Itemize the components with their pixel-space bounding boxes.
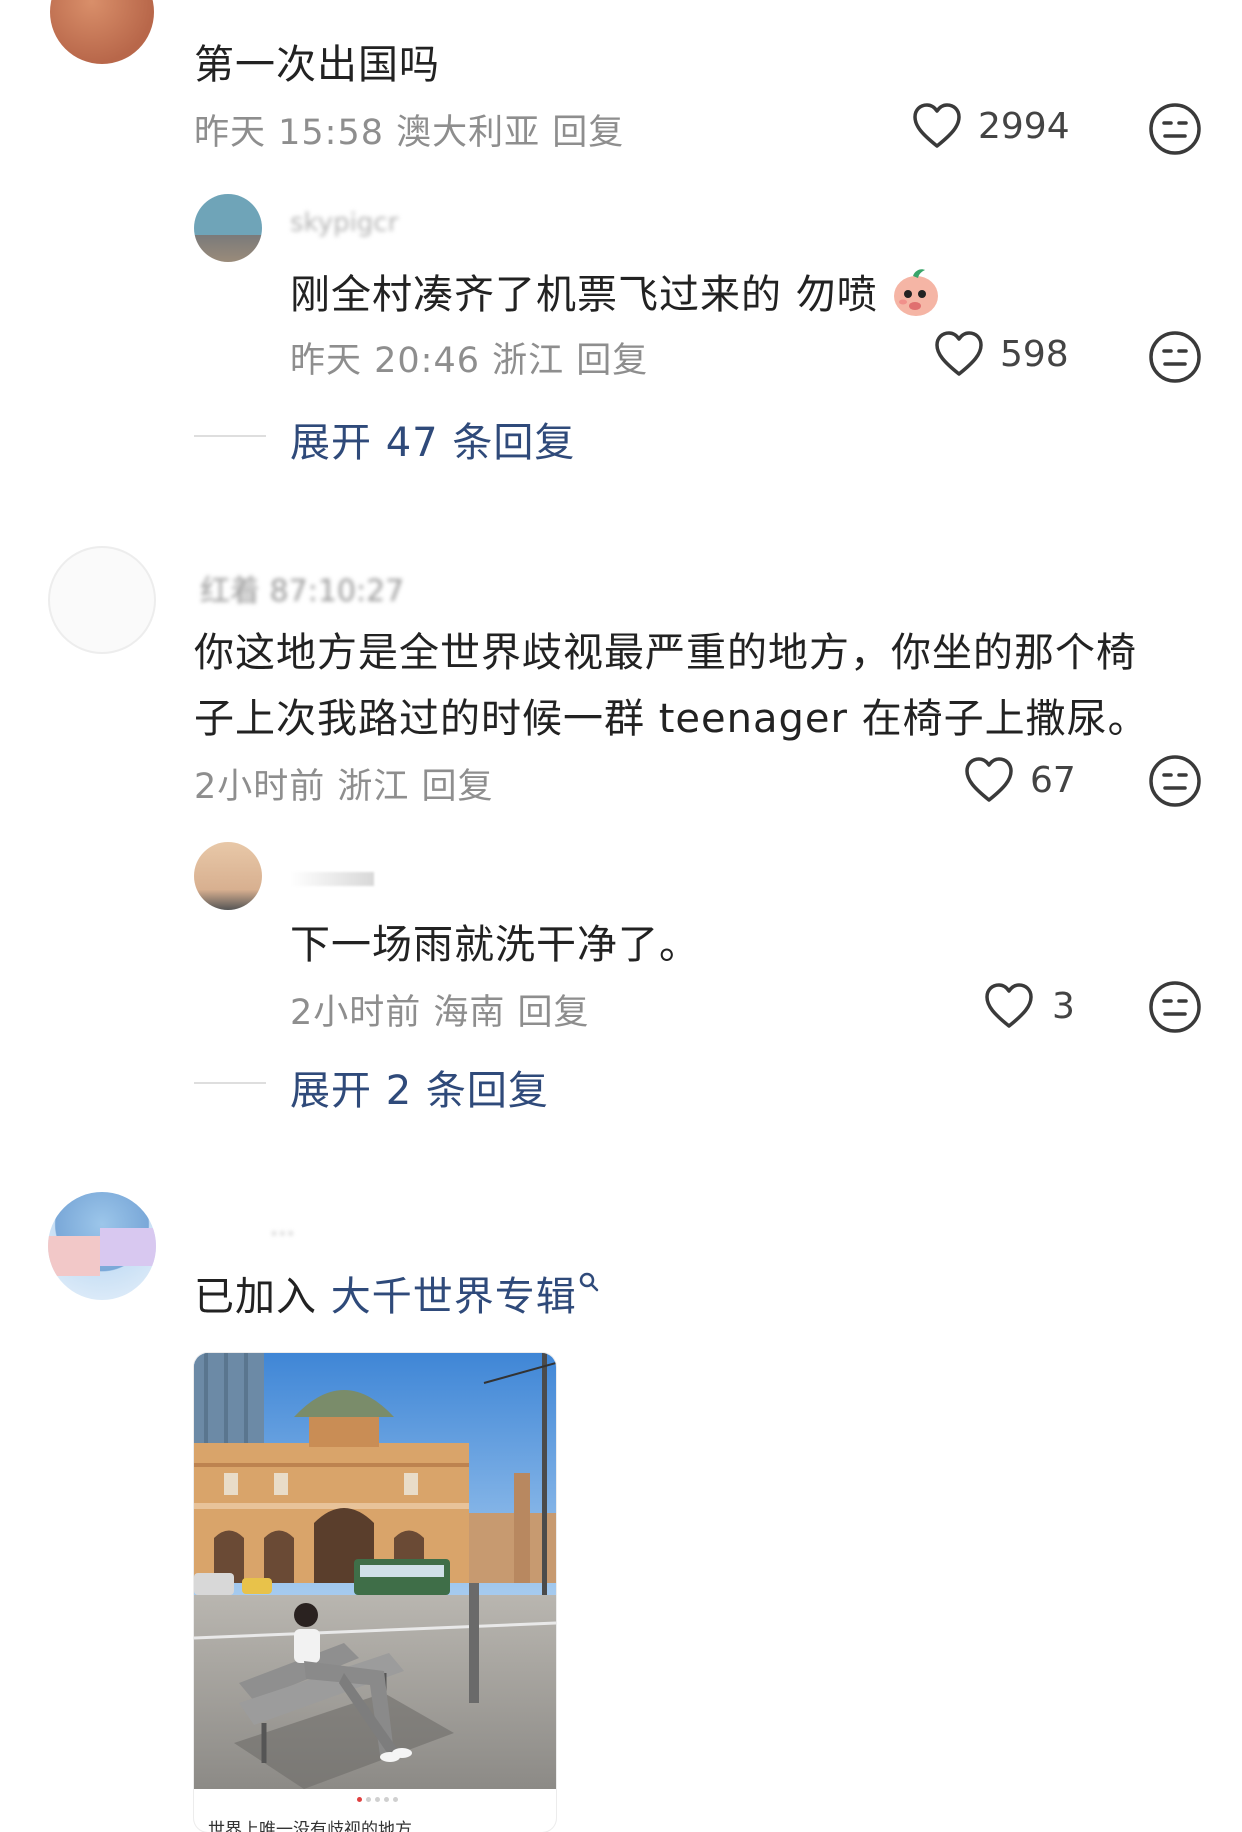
- avatar[interactable]: [194, 194, 262, 262]
- expand-divider: [194, 1082, 266, 1084]
- reply-meta[interactable]: 2小时前 海南 回复: [290, 984, 590, 1035]
- comment-text: 已加入 大千世界专辑: [194, 1264, 599, 1322]
- dislike-button[interactable]: [1148, 330, 1202, 384]
- like-count: 67: [1030, 760, 1076, 801]
- card-caption: 世界上唯一没有歧视的地方: [208, 1820, 412, 1832]
- avatar[interactable]: [50, 0, 154, 64]
- search-icon[interactable]: [579, 1272, 599, 1292]
- comment-text-line2: 子上次我路过的时候一群 teenager 在椅子上撒尿。: [194, 696, 1149, 742]
- dislike-button[interactable]: [1148, 754, 1202, 808]
- username[interactable]: 红着 87:10:27: [200, 566, 404, 610]
- dislike-button[interactable]: [1148, 102, 1202, 156]
- carousel-dots[interactable]: [357, 1797, 398, 1802]
- heart-outline-icon: [985, 983, 1033, 1028]
- expand-divider: [194, 435, 266, 437]
- avatar[interactable]: [48, 1192, 156, 1300]
- username[interactable]: skypigcr: [290, 208, 398, 238]
- like-button[interactable]: [934, 330, 984, 378]
- dislike-button[interactable]: [1148, 980, 1202, 1034]
- reply-text: 下一场雨就洗干净了。: [290, 922, 700, 968]
- like-count: 598: [1000, 334, 1069, 375]
- heart-outline-icon: [965, 757, 1013, 802]
- username[interactable]: ...: [270, 1212, 295, 1242]
- comment-meta[interactable]: 2小时前 浙江 回复: [194, 758, 494, 809]
- expand-replies-button[interactable]: 展开 2 条回复: [290, 1058, 549, 1116]
- like-button[interactable]: [984, 982, 1034, 1030]
- reply-text-content: 刚全村凑齐了机票飞过来的 勿喷: [290, 272, 878, 318]
- like-button[interactable]: [912, 102, 962, 150]
- flinders-street-photo: [194, 1353, 556, 1789]
- reply-meta[interactable]: 昨天 20:46 浙江 回复: [290, 332, 648, 383]
- meh-face-icon: [1149, 981, 1201, 1033]
- like-button[interactable]: [964, 756, 1014, 804]
- comment-text: 第一次出国吗: [194, 42, 440, 88]
- like-count: 2994: [978, 106, 1070, 147]
- avatar[interactable]: [48, 546, 156, 654]
- meh-face-icon: [1149, 755, 1201, 807]
- avatar[interactable]: [194, 842, 262, 910]
- username-blurred[interactable]: [290, 872, 374, 886]
- heart-outline-icon: [935, 331, 983, 376]
- like-count: 3: [1052, 986, 1075, 1027]
- expand-replies-button[interactable]: 展开 47 条回复: [290, 410, 575, 468]
- reply-text: 刚全村凑齐了机票飞过来的 勿喷: [290, 262, 941, 320]
- comment-text-line1: 你这地方是全世界歧视最严重的地方，你坐的那个椅: [194, 630, 1137, 676]
- heart-outline-icon: [913, 103, 961, 148]
- meh-face-icon: [1149, 103, 1201, 155]
- comment-meta[interactable]: 昨天 15:58 澳大利亚 回复: [194, 104, 624, 155]
- peach-emoji-icon: [894, 269, 939, 316]
- meh-face-icon: [1149, 331, 1201, 383]
- comment-prefix: 已加入: [194, 1274, 331, 1320]
- album-link[interactable]: 大千世界专辑: [331, 1274, 577, 1320]
- album-card[interactable]: 世界上唯一没有歧视的地方: [194, 1353, 556, 1832]
